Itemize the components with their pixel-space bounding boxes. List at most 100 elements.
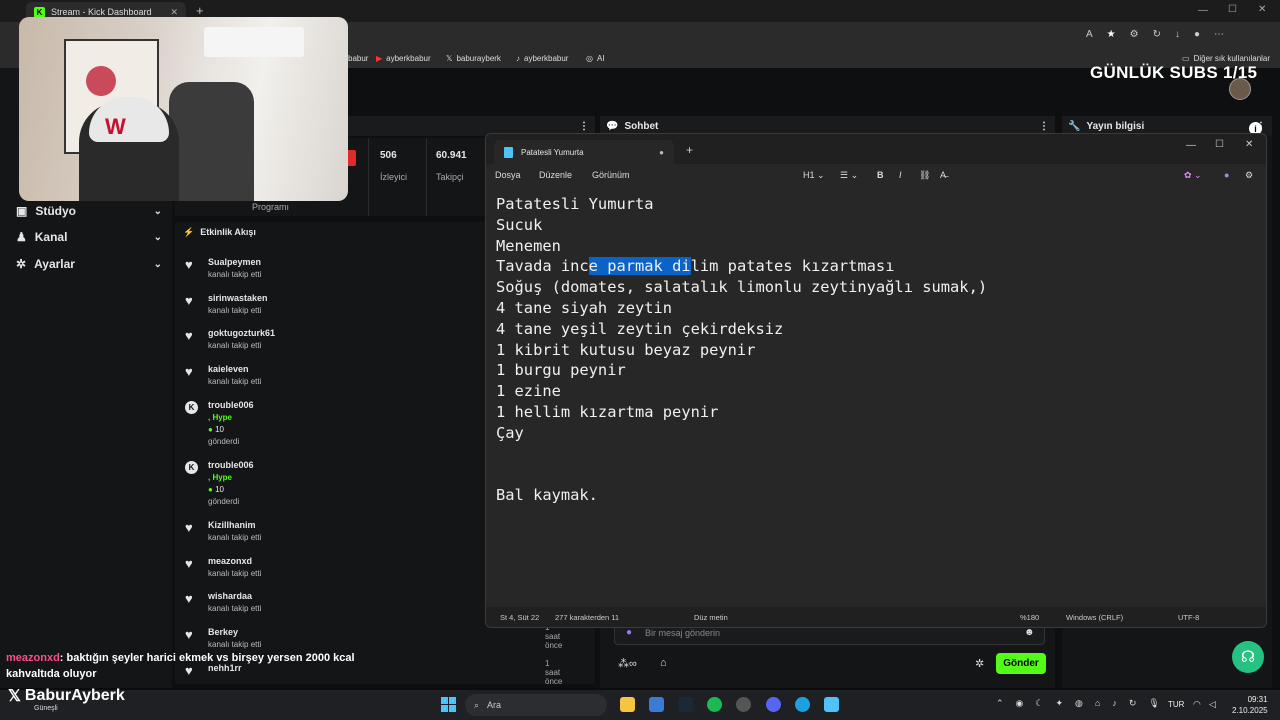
notepad-editor[interactable]: Patatesli Yumurta Sucuk Menemen Tavada ince…: [496, 194, 1256, 506]
search-label: Ara: [487, 700, 502, 710]
unsaved-dot-icon[interactable]: ●: [659, 148, 664, 157]
pin-icon[interactable]: ⁂∞: [618, 657, 637, 670]
more-vertical-icon[interactable]: ⋮: [1039, 121, 1049, 132]
sidebar-item-settings[interactable]: ✲ Ayarlar ⌄: [16, 254, 162, 274]
chevron-up-icon[interactable]: ⌃: [996, 698, 1004, 709]
close-window-icon[interactable]: ✕: [1258, 4, 1266, 15]
notepad-icon: [504, 146, 513, 158]
chat-icon: 💬: [606, 120, 619, 132]
activity-username[interactable]: trouble006: [208, 460, 254, 470]
bookmark-item[interactable]: babur: [348, 54, 368, 63]
maximize-icon[interactable]: ☐: [1215, 139, 1224, 150]
text-line: Menemen: [496, 236, 561, 255]
notepad-tab[interactable]: Patatesli Yumurta ●: [494, 140, 674, 164]
activity-username[interactable]: kaieleven: [208, 364, 249, 374]
activity-description: gönderdi: [208, 496, 240, 506]
activity-username[interactable]: Berkey: [208, 627, 238, 637]
activity-username[interactable]: Sualpeymen: [208, 257, 261, 267]
extensions-icon[interactable]: ⚙: [1130, 29, 1139, 40]
history-icon[interactable]: ↻: [1153, 29, 1161, 40]
taskbar-search[interactable]: ⌕ Ara: [465, 694, 607, 716]
mic-icon[interactable]: ●: [626, 627, 632, 638]
menu-view[interactable]: Görünüm: [592, 170, 630, 180]
close-icon[interactable]: ✕: [1245, 139, 1253, 150]
char-count: 277 karakterden 11: [555, 613, 620, 622]
send-button[interactable]: Gönder: [996, 653, 1046, 674]
tray-app-icon[interactable]: ☾: [1035, 698, 1043, 709]
language-indicator[interactable]: TUR: [1168, 700, 1184, 709]
menu-file[interactable]: Dosya: [495, 170, 521, 180]
spotify-icon[interactable]: [707, 697, 722, 712]
text-line: [496, 464, 1256, 485]
other-bookmarks[interactable]: ▭ Diğer sık kullanılanlar: [1182, 54, 1270, 63]
kick-icon: K: [34, 6, 45, 18]
activity-username[interactable]: trouble006: [208, 400, 254, 410]
bookmark-item[interactable]: ◎ AI: [586, 54, 605, 63]
bookmark-item[interactable]: 𝕏baburayberk: [446, 54, 501, 63]
mic-icon[interactable]: 🎙: [1148, 698, 1159, 709]
tray-app-icon[interactable]: ✦: [1055, 698, 1063, 709]
notepad-status-bar: St 4, Süt 22 277 karakterden 11 Düz meti…: [486, 607, 1266, 627]
new-tab-icon[interactable]: +: [196, 3, 204, 18]
discord-icon[interactable]: [766, 697, 781, 712]
read-aloud-icon[interactable]: A: [1086, 29, 1093, 40]
clear-format-icon[interactable]: A̶: [940, 170, 946, 180]
steam-icon[interactable]: [678, 697, 693, 712]
more-vertical-icon[interactable]: ⋮: [579, 121, 589, 132]
activity-username[interactable]: meazonxd: [208, 556, 252, 566]
network-icon[interactable]: ⌂: [1095, 698, 1100, 709]
obs-icon[interactable]: [736, 697, 751, 712]
star-icon[interactable]: ★: [1107, 29, 1116, 40]
heart-icon: ♥: [185, 328, 193, 344]
activity-username[interactable]: sirinwastaken: [208, 293, 268, 303]
close-icon[interactable]: ✕: [170, 7, 178, 18]
download-icon[interactable]: ↓: [1175, 29, 1180, 40]
kicks-coin-icon: ●: [208, 424, 216, 434]
sidebar-item-studio[interactable]: ▣ Stüdyo ⌄: [16, 201, 162, 221]
store-icon[interactable]: ⌂: [660, 657, 667, 669]
edge-icon[interactable]: [795, 697, 810, 712]
heading-dropdown[interactable]: H1 ⌄: [803, 170, 825, 181]
speaker-icon[interactable]: ◁: [1209, 699, 1216, 710]
minimize-icon[interactable]: —: [1198, 5, 1208, 16]
tray-app-icon[interactable]: ◉: [1016, 698, 1024, 709]
bookmark-item[interactable]: ♪ ayberkbabur: [516, 54, 568, 63]
new-tab-icon[interactable]: +: [686, 143, 693, 157]
settings-icon[interactable]: ⚙: [1245, 170, 1253, 181]
profile-icon[interactable]: ●: [1194, 29, 1200, 40]
chat-settings-icon[interactable]: ✲: [975, 657, 984, 670]
line-ending[interactable]: Windows (CRLF): [1066, 613, 1123, 622]
italic-icon[interactable]: I: [899, 170, 902, 180]
store-icon[interactable]: [649, 697, 664, 712]
headset-button[interactable]: ☊: [1232, 641, 1264, 673]
volume-icon[interactable]: ♪: [1112, 698, 1117, 709]
more-icon[interactable]: ⋯: [1214, 29, 1224, 40]
file-explorer-icon[interactable]: [620, 697, 635, 712]
sidebar-item-channel[interactable]: ♟ Kanal ⌄: [16, 227, 162, 247]
encoding[interactable]: UTF-8: [1178, 613, 1199, 622]
minimize-icon[interactable]: —: [1186, 140, 1196, 151]
link-icon[interactable]: ⛓: [919, 170, 930, 181]
x-icon: 𝕏: [8, 688, 21, 705]
profile-icon[interactable]: ●: [1224, 170, 1229, 180]
browser-toolbar: A ★ ⚙ ↻ ↓ ● ⋯: [1086, 29, 1224, 40]
clock[interactable]: 09:31 2.10.2025: [1232, 694, 1268, 716]
wifi-icon[interactable]: ◠: [1193, 699, 1201, 710]
chevron-down-icon: ⌄: [153, 231, 162, 243]
steam-tray-icon[interactable]: ◍: [1075, 698, 1083, 709]
notepad-taskbar-icon[interactable]: [824, 697, 839, 712]
activity-username[interactable]: goktugozturk61: [208, 328, 275, 338]
bold-icon[interactable]: B: [877, 170, 884, 180]
start-icon[interactable]: [441, 697, 456, 712]
bookmark-item[interactable]: ▶ ayberkbabur: [376, 54, 431, 63]
emoji-icon[interactable]: ☻: [1024, 627, 1035, 638]
activity-username[interactable]: wishardaa: [208, 591, 252, 601]
copilot-icon[interactable]: ✿ ⌄: [1184, 170, 1202, 181]
menu-edit[interactable]: Düzenle: [539, 170, 572, 180]
zoom-level[interactable]: %180: [1020, 613, 1039, 622]
activity-username[interactable]: Kizillhanim: [208, 520, 256, 530]
sync-icon[interactable]: ↻: [1129, 698, 1137, 709]
list-icon[interactable]: ☰ ⌄: [840, 170, 858, 181]
sidebar-item-label: Kanal: [34, 230, 68, 244]
maximize-icon[interactable]: ☐: [1228, 4, 1237, 15]
